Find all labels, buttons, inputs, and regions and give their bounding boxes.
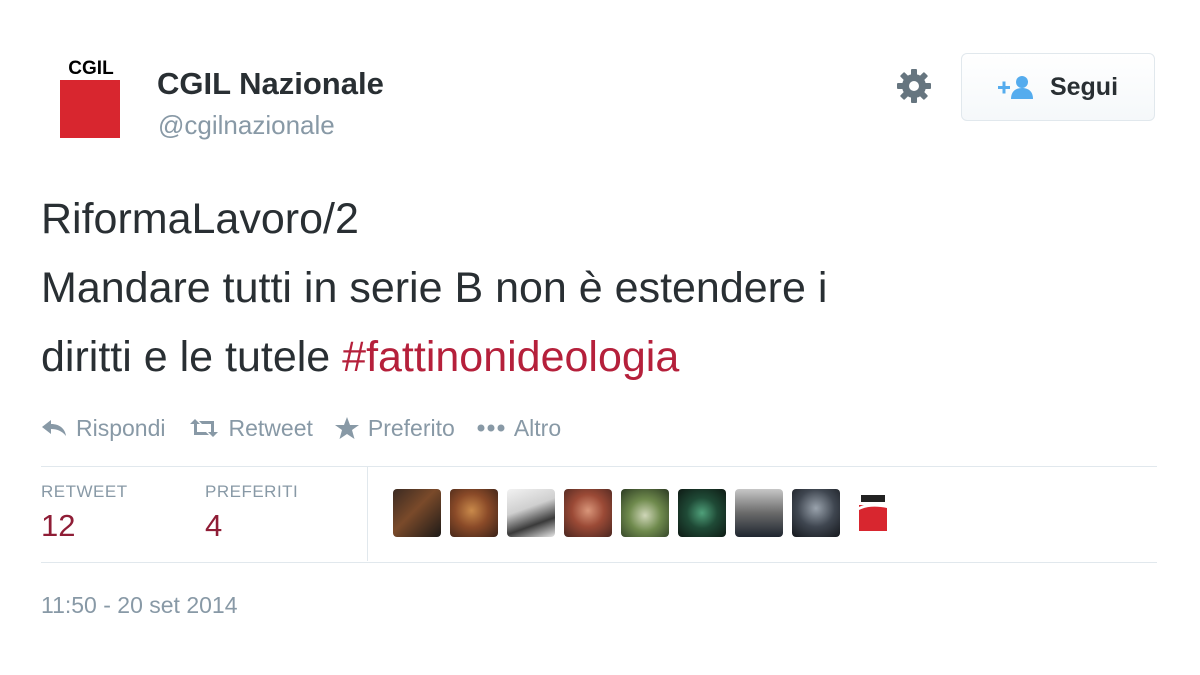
cgil-logo-text: CGIL (68, 58, 114, 79)
reply-action[interactable]: Rispondi (41, 415, 166, 442)
retweet-count[interactable]: RETWEET 12 (41, 482, 128, 544)
display-name[interactable]: CGIL Nazionale (157, 66, 384, 102)
cgil-mini-logo-icon (859, 495, 887, 531)
reply-icon (42, 420, 66, 436)
divider (367, 467, 368, 561)
star-icon (334, 417, 359, 439)
user-avatar[interactable] (393, 489, 441, 537)
divider (41, 466, 1157, 467)
tweet-line: RiformaLavoro/2 (41, 195, 359, 243)
follow-button-label: Segui (1049, 72, 1119, 101)
hashtag-link[interactable]: #fattinonideologia (342, 333, 679, 381)
retweet-icon (189, 419, 218, 437)
retweet-count-value: 12 (41, 508, 76, 543)
tweet-timestamp[interactable]: 11:50 - 20 set 2014 (41, 592, 238, 619)
favorite-label: Preferito (367, 414, 455, 441)
retweet-action[interactable]: Retweet (188, 415, 313, 442)
cgil-avatar[interactable] (849, 489, 897, 537)
favorite-count[interactable]: PREFERITI 4 (205, 482, 298, 544)
user-avatar[interactable] (564, 489, 612, 537)
retweet-count-label: RETWEET (41, 482, 128, 501)
profile-avatar[interactable]: CGIL (57, 58, 123, 142)
retweet-label: Retweet (228, 414, 313, 441)
user-handle[interactable]: @cgilnazionale (158, 110, 335, 141)
gear-icon[interactable] (893, 65, 935, 107)
reply-label: Rispondi (76, 414, 166, 441)
user-avatar[interactable] (735, 489, 783, 537)
cgil-logo-block (60, 80, 120, 138)
favorite-action[interactable]: Preferito (334, 414, 455, 442)
more-action[interactable]: Altro (477, 415, 561, 442)
tweet-line: Mandare tutti in serie B non è estendere… (41, 264, 828, 312)
user-avatar[interactable] (621, 489, 669, 537)
tweet-text: RiformaLavoro/2 Mandare tutti in serie B… (41, 185, 1161, 392)
favorite-count-value: 4 (205, 508, 223, 543)
more-dots-icon (477, 424, 505, 432)
favorite-count-label: PREFERITI (205, 482, 299, 501)
user-avatar[interactable] (507, 489, 555, 537)
user-avatar[interactable] (450, 489, 498, 537)
divider (41, 562, 1157, 563)
tweet-line-text: diritti e le tutele (41, 333, 343, 381)
favorited-by-avatars (393, 489, 906, 537)
user-avatar[interactable] (792, 489, 840, 537)
follow-button[interactable]: Segui (961, 53, 1155, 121)
tweet-card: CGIL CGIL Nazionale @cgilnazionale Segui… (0, 0, 1200, 675)
user-avatar[interactable] (678, 489, 726, 537)
more-label: Altro (513, 414, 562, 441)
add-user-icon (997, 76, 1033, 99)
tweet-line: diritti e le tutele #fattinonideologia (41, 323, 1161, 392)
tweet-actions: Rispondi Retweet Preferito Altro (41, 412, 583, 444)
